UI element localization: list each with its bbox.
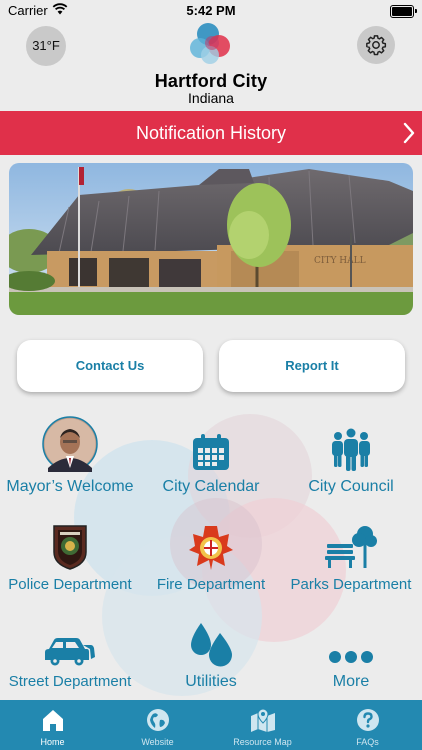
calendar-icon: [193, 434, 229, 470]
fire-department-label: Fire Department: [156, 576, 266, 593]
park-bench-icon: [325, 526, 377, 568]
city-logo-icon: [190, 23, 230, 64]
globe-icon: [146, 709, 169, 731]
tab-home-label: Home: [40, 737, 65, 747]
tab-resource-map[interactable]: Resource Map: [210, 700, 315, 750]
mayors-welcome-label: Mayor’s Welcome: [6, 478, 134, 495]
city-name: Hartford City: [154, 71, 268, 91]
fire-emblem-icon: [189, 526, 233, 570]
map-icon: [250, 708, 275, 732]
water-drops-icon: [191, 623, 232, 667]
more-dots-icon: [329, 651, 373, 663]
question-icon: [356, 709, 379, 731]
status-bar: Carrier 5:42 PM: [0, 0, 422, 22]
car-icon: [45, 638, 95, 666]
city-hall-photo: CITY HALL: [9, 163, 413, 315]
tab-bar: Home Website Resource Map FAQs: [0, 700, 422, 750]
tab-faqs-label: FAQs: [356, 737, 379, 747]
tab-faqs[interactable]: FAQs: [315, 700, 420, 750]
city-council-label: City Council: [308, 478, 394, 495]
tab-website[interactable]: Website: [105, 700, 210, 750]
utilities-button[interactable]: Utilities: [141, 611, 281, 691]
tab-resource-map-label: Resource Map: [233, 737, 292, 747]
app-header: 31°F Hartford City Indiana: [0, 22, 422, 110]
street-department-label: Street Department: [8, 673, 132, 690]
mayors-welcome-button[interactable]: Mayor’s Welcome: [0, 416, 140, 496]
city-state: Indiana: [188, 90, 234, 106]
street-department-button[interactable]: Street Department: [0, 611, 140, 690]
city-hall-sign: CITY HALL: [314, 256, 366, 266]
battery-icon: [390, 5, 417, 18]
city-council-button[interactable]: City Council: [281, 416, 421, 496]
parks-department-label: Parks Department: [290, 576, 412, 593]
home-icon: [42, 710, 63, 731]
people-icon: [332, 428, 370, 471]
clock: 5:42 PM: [186, 3, 236, 18]
tab-website-label: Website: [141, 737, 174, 747]
settings-button[interactable]: [357, 26, 395, 64]
fire-department-button[interactable]: Fire Department: [141, 514, 281, 593]
police-department-button[interactable]: Police Department: [0, 514, 140, 593]
chevron-right-icon: [403, 122, 415, 144]
parks-department-button[interactable]: Parks Department: [281, 514, 421, 593]
city-calendar-button[interactable]: City Calendar: [141, 416, 281, 496]
notification-history-button[interactable]: Notification History: [0, 111, 422, 155]
more-button[interactable]: More: [281, 611, 421, 691]
more-label: More: [332, 673, 370, 690]
mayor-photo: [42, 416, 98, 472]
tab-home[interactable]: Home: [0, 700, 105, 750]
gear-icon: [366, 35, 387, 56]
utilities-label: Utilities: [185, 673, 237, 690]
police-department-label: Police Department: [8, 576, 132, 593]
notification-history-label: Notification History: [135, 123, 287, 143]
city-calendar-label: City Calendar: [162, 478, 260, 495]
police-badge-icon: [53, 525, 87, 570]
weather-badge[interactable]: 31°F: [26, 26, 66, 66]
